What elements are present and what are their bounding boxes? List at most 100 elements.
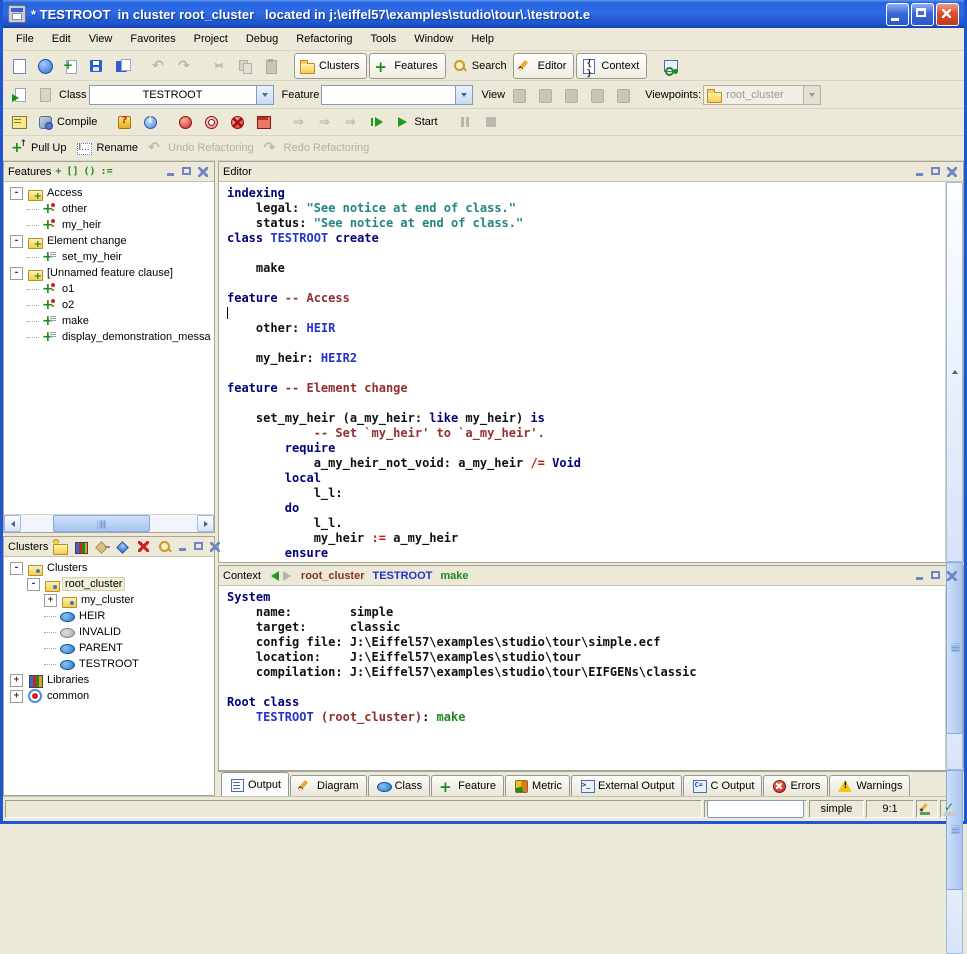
- cluster-tree-item[interactable]: HEIR: [4, 608, 214, 624]
- cluster-tree-item[interactable]: +my_cluster: [4, 592, 214, 608]
- menu-view[interactable]: View: [80, 31, 122, 47]
- context-button[interactable]: Context: [576, 53, 647, 79]
- context-close-button[interactable]: [946, 570, 959, 582]
- info-circle-button[interactable]: [138, 109, 162, 135]
- scroll-track[interactable]: [21, 515, 197, 532]
- context-maximize-button[interactable]: [930, 570, 943, 582]
- scroll-thumb[interactable]: [946, 562, 963, 734]
- help-question-button[interactable]: [112, 109, 136, 135]
- menu-edit[interactable]: Edit: [43, 31, 80, 47]
- menu-project[interactable]: Project: [185, 31, 237, 47]
- menu-refactoring[interactable]: Refactoring: [287, 31, 361, 47]
- editor-maximize-button[interactable]: [930, 166, 943, 178]
- debug-window-button[interactable]: [251, 109, 275, 135]
- menu-window[interactable]: Window: [405, 31, 462, 47]
- class-combo-arrow[interactable]: [256, 86, 273, 104]
- feature-tree-item[interactable]: display_demonstration_messa: [4, 329, 214, 345]
- editor-button[interactable]: Editor: [513, 53, 575, 79]
- breakpoint-remove-button[interactable]: [225, 109, 249, 135]
- feature-parens-icon[interactable]: (): [84, 166, 96, 177]
- window-maximize-button[interactable]: [911, 3, 934, 26]
- tab-diagram[interactable]: Diagram: [290, 775, 367, 796]
- cluster-tree-item[interactable]: +Libraries: [4, 672, 214, 688]
- class-combo[interactable]: TESTROOT: [89, 85, 274, 105]
- clusters-maximize-button[interactable]: [193, 541, 206, 553]
- features-hscrollbar[interactable]: [4, 514, 214, 532]
- scroll-up-button[interactable]: [946, 182, 963, 562]
- feature-tree-item[interactable]: set_my_heir: [4, 249, 214, 265]
- cluster-tree-item[interactable]: -Clusters: [4, 560, 214, 576]
- feature-tree-item[interactable]: o2: [4, 297, 214, 313]
- feature-tree-item[interactable]: -[Unnamed feature clause]: [4, 265, 214, 281]
- scroll-right-button[interactable]: [197, 515, 214, 532]
- collapse-icon[interactable]: -: [10, 187, 23, 200]
- editor-minimize-button[interactable]: [914, 166, 927, 178]
- history-back-icon[interactable]: [271, 571, 279, 581]
- features-minimize-button[interactable]: [165, 166, 178, 178]
- clusters-button[interactable]: Clusters: [294, 53, 367, 79]
- breakpoint-sphere-outline-button[interactable]: [199, 109, 223, 135]
- clusters-close-button[interactable]: [209, 541, 222, 553]
- history-forward-icon[interactable]: [283, 571, 291, 581]
- feature-tree-item[interactable]: my_heir: [4, 217, 214, 233]
- tab-class[interactable]: Class: [368, 775, 431, 796]
- window-close-button[interactable]: [936, 3, 959, 26]
- context-minimize-button[interactable]: [914, 570, 927, 582]
- cluster-tree-item[interactable]: TESTROOT: [4, 656, 214, 672]
- scroll-left-button[interactable]: [4, 515, 21, 532]
- collapse-icon[interactable]: -: [10, 562, 23, 575]
- settings-window-button[interactable]: [7, 109, 31, 135]
- add-item-button[interactable]: [115, 539, 131, 555]
- menu-debug[interactable]: Debug: [237, 31, 287, 47]
- editor-vscrollbar[interactable]: [945, 182, 963, 562]
- breakpoint-sphere-button[interactable]: [173, 109, 197, 135]
- new-tab-button[interactable]: [59, 53, 83, 79]
- crumb-class[interactable]: TESTROOT: [373, 570, 433, 582]
- collapse-icon[interactable]: -: [27, 578, 40, 591]
- feature-tree-item[interactable]: -Element change: [4, 233, 214, 249]
- save-as-button[interactable]: [111, 53, 135, 79]
- window-minimize-button[interactable]: [886, 3, 909, 26]
- tab-output[interactable]: Output: [221, 772, 289, 796]
- search-button[interactable]: Search: [448, 53, 511, 79]
- feature-tree-item[interactable]: -Access: [4, 185, 214, 201]
- start-button[interactable]: Start: [390, 109, 441, 135]
- remove-item-button[interactable]: [94, 539, 110, 555]
- new-document-button[interactable]: [7, 53, 31, 79]
- clusters-minimize-button[interactable]: [177, 541, 190, 553]
- link-window-button[interactable]: [658, 53, 682, 79]
- feature-brackets-icon[interactable]: []: [66, 166, 78, 177]
- scroll-thumb[interactable]: [946, 770, 963, 890]
- rename-button[interactable]: Rename: [72, 135, 142, 161]
- feature-tree-item[interactable]: other: [4, 201, 214, 217]
- menu-file[interactable]: File: [7, 31, 43, 47]
- tab-external-output[interactable]: External Output: [571, 775, 682, 796]
- open-document-button[interactable]: [33, 53, 57, 79]
- compile-button[interactable]: Compile: [33, 109, 101, 135]
- crumb-feature[interactable]: make: [440, 570, 468, 582]
- run-no-break-button[interactable]: [364, 109, 388, 135]
- feature-combo-arrow[interactable]: [455, 86, 472, 104]
- menu-help[interactable]: Help: [462, 31, 503, 47]
- feature-tree-item[interactable]: make: [4, 313, 214, 329]
- expand-icon[interactable]: +: [10, 690, 23, 703]
- save-button[interactable]: [85, 53, 109, 79]
- collapse-icon[interactable]: -: [10, 267, 23, 280]
- cluster-tree-item[interactable]: -root_cluster: [4, 576, 214, 592]
- tab-errors[interactable]: Errors: [763, 775, 828, 796]
- editor-close-button[interactable]: [946, 166, 959, 178]
- feature-assigner-icon[interactable]: :=: [101, 166, 113, 177]
- editor-code-area[interactable]: indexing legal: "See notice at end of cl…: [219, 182, 945, 562]
- collapse-icon[interactable]: -: [10, 235, 23, 248]
- search-small-button[interactable]: [157, 539, 173, 555]
- features-close-button[interactable]: [197, 166, 210, 178]
- cluster-tree-item[interactable]: INVALID: [4, 624, 214, 640]
- tab-feature[interactable]: Feature: [431, 775, 504, 796]
- add-feature-icon[interactable]: +: [55, 166, 61, 177]
- context-output-area[interactable]: System name: simple target: classic conf…: [219, 586, 945, 770]
- new-cluster-button[interactable]: [52, 539, 68, 555]
- menu-tools[interactable]: Tools: [362, 31, 406, 47]
- cluster-tree-item[interactable]: PARENT: [4, 640, 214, 656]
- feature-tree-item[interactable]: o1: [4, 281, 214, 297]
- scroll-thumb[interactable]: [53, 515, 150, 532]
